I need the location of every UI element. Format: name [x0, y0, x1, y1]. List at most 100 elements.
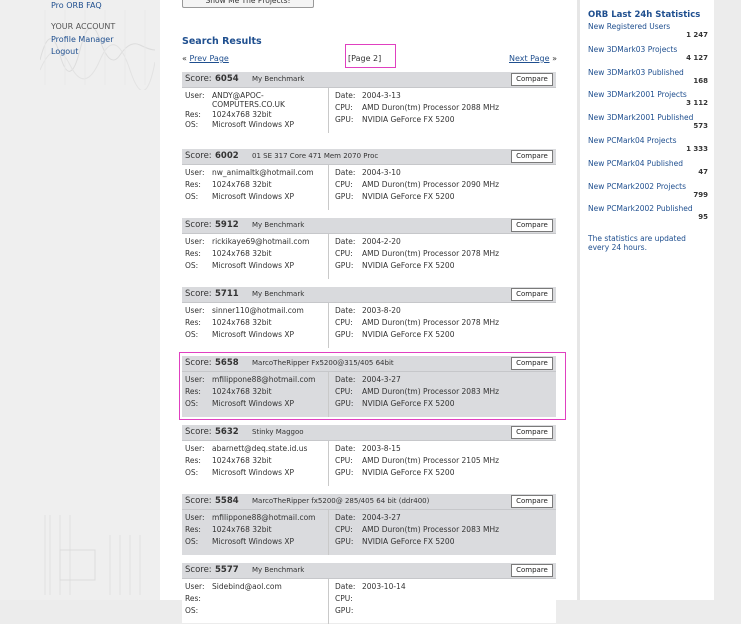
- os-value: Microsoft Windows XP: [212, 330, 295, 339]
- user-email: rickikaye69@hotmail.com: [212, 237, 310, 246]
- result-body: User: abarnett@deq.state.id.us Res: 1024x76…: [182, 441, 556, 486]
- gpu-label: GPU:: [335, 115, 354, 124]
- date-row: Date: 2003-8-20: [335, 306, 401, 315]
- prev-page-link[interactable]: Prev Page: [189, 54, 228, 63]
- res-row: Res: 1024x768 32bit: [185, 318, 272, 327]
- stat-row: New PCMark2002 Published 95: [588, 204, 708, 221]
- profile-manager-link[interactable]: Profile Manager: [51, 35, 113, 44]
- score-value: 6054: [215, 74, 239, 84]
- user-row: User: nw_animaltk@hotmail.com: [185, 168, 314, 177]
- benchmark-name: Stinky Maggoo: [252, 428, 304, 436]
- cpu-row: CPU: AMD Duron(tm) Processor 2088 MHz: [335, 103, 499, 112]
- stat-value: 95: [698, 213, 708, 222]
- res-row: Res: 1024x768 32bit: [185, 249, 272, 258]
- compare-button[interactable]: Compare: [511, 426, 553, 439]
- compare-button[interactable]: Compare: [511, 219, 553, 232]
- compare-button[interactable]: Compare: [511, 288, 553, 301]
- gpu-value: NVIDIA GeForce FX 5200: [362, 330, 455, 339]
- compare-button[interactable]: Compare: [511, 73, 553, 86]
- result-body: User: ANDY@APOC- COMPUTERS.CO.UK Res: 1024x7…: [182, 88, 556, 133]
- prev-page-arrow: «: [182, 54, 187, 63]
- stats-note: The statistics are updated every 24 hour…: [588, 234, 686, 252]
- cpu-row: CPU: AMD Duron(tm) Processor 2105 MHz: [335, 456, 499, 465]
- os-label: OS:: [185, 192, 199, 201]
- result-system-column: Date: 2004-3-13 CPU: AMD Duron(tm) Processo…: [332, 88, 556, 133]
- resolution-value: 1024x768 32bit: [212, 456, 272, 465]
- show-projects-button[interactable]: Show Me The Projects!: [182, 0, 314, 8]
- logout-link[interactable]: Logout: [51, 47, 78, 56]
- stat-row: New 3DMark2001 Projects 3 112: [588, 90, 708, 107]
- os-label: OS:: [185, 468, 199, 477]
- user-row: User: rickikaye69@hotmail.com: [185, 237, 309, 246]
- search-results-title: Search Results: [182, 36, 262, 47]
- res-label: Res:: [185, 525, 201, 534]
- result-system-column: Date: 2003-8-20 CPU: AMD Duron(tm) Processo…: [332, 303, 556, 348]
- left-sidebar: Pro ORB FAQ YOUR ACCOUNT Profile Manager…: [0, 0, 160, 600]
- resolution-value: 1024x768 32bit: [212, 525, 272, 534]
- gpu-label: GPU:: [335, 330, 354, 339]
- stat-label: New Registered Users: [588, 22, 671, 31]
- stat-label: New PCMark04 Projects: [588, 136, 677, 145]
- stat-label: New 3DMark03 Published: [588, 67, 684, 77]
- pro-orb-faq-link[interactable]: Pro ORB FAQ: [51, 1, 102, 10]
- page-highlight-box: [345, 44, 396, 68]
- res-row: Res: 1024x768 32bit: [185, 110, 272, 119]
- cpu-row: CPU: AMD Duron(tm) Processor 2078 MHz: [335, 318, 499, 327]
- stat-value: 1 247: [686, 31, 708, 39]
- date-row: Date: 2003-10-14: [335, 582, 406, 591]
- stat-value: 799: [693, 190, 708, 199]
- date-label: Date:: [335, 582, 356, 591]
- result-row: Score: 6054 My Benchmark Compare User: ANDY@A…: [182, 72, 556, 133]
- score-value: 5584: [215, 496, 239, 506]
- os-row: OS: Microsoft Windows XP: [185, 468, 294, 477]
- date-row: Date: 2004-3-27: [335, 513, 401, 522]
- resolution-value: 1024x768 32bit: [212, 110, 272, 119]
- date-label: Date:: [335, 306, 356, 315]
- gpu-value: NVIDIA GeForce FX 5200: [362, 468, 455, 477]
- gpu-row: GPU: NVIDIA GeForce FX 5200: [335, 537, 454, 546]
- os-value: Microsoft Windows XP: [212, 261, 295, 270]
- res-label: Res:: [185, 110, 201, 119]
- res-label: Res:: [185, 318, 201, 327]
- score-label: Score:: [185, 151, 212, 161]
- gpu-row: GPU: NVIDIA GeForce FX 5200: [335, 192, 454, 201]
- date-value: 2004-2-20: [362, 237, 401, 246]
- score-label: Score:: [185, 220, 212, 230]
- os-row: OS:: [185, 606, 212, 615]
- user-email: mfilippone88@hotmail.com: [212, 513, 316, 522]
- user-email: ANDY@APOC-: [212, 91, 264, 100]
- stat-row: New 3DMark2001 Published 573: [588, 113, 708, 130]
- stat-row: New 3DMark03 Published 168: [588, 68, 708, 85]
- user-row: User: mfilippone88@hotmail.com: [185, 513, 315, 522]
- compare-button[interactable]: Compare: [511, 564, 553, 577]
- date-label: Date:: [335, 168, 356, 177]
- user-label: User:: [185, 91, 205, 100]
- user-label: User:: [185, 582, 205, 591]
- user-label: User:: [185, 444, 205, 453]
- os-label: OS:: [185, 120, 199, 129]
- date-value: 2003-8-15: [362, 444, 401, 453]
- res-label: Res:: [185, 180, 201, 189]
- gpu-row: GPU: NVIDIA GeForce FX 5200: [335, 115, 454, 124]
- compare-button[interactable]: Compare: [511, 150, 553, 163]
- cpu-value: AMD Duron(tm) Processor 2088 MHz: [362, 103, 500, 112]
- next-page-link[interactable]: Next Page: [509, 54, 550, 63]
- os-row: OS: Microsoft Windows XP: [185, 537, 294, 546]
- cpu-row: CPU: AMD Duron(tm) Processor 2090 MHz: [335, 180, 499, 189]
- compare-button[interactable]: Compare: [511, 495, 553, 508]
- date-label: Date:: [335, 237, 356, 246]
- stat-row: New PCMark04 Projects 1 333: [588, 136, 708, 153]
- os-row: OS: Microsoft Windows XP: [185, 330, 294, 339]
- os-value: Microsoft Windows XP: [212, 120, 295, 129]
- stat-label: New PCMark2002 Published: [588, 204, 693, 214]
- result-user-column: User: Sidebind@aol.com Res: OS:: [182, 579, 329, 624]
- gpu-label: GPU:: [335, 468, 354, 477]
- res-label: Res:: [185, 249, 201, 258]
- gpu-label: GPU:: [335, 537, 354, 546]
- cpu-label: CPU:: [335, 525, 353, 534]
- result-header: Score: 5577 My Benchmark Compare: [182, 563, 556, 579]
- result-user-column: User: sinner110@hotmail.com Res: 1024x768 3…: [182, 303, 329, 348]
- result-row: Score: 5912 My Benchmark Compare User: rickik…: [182, 218, 556, 279]
- result-row: Score: 5632 Stinky Maggoo Compare User: abarn…: [182, 425, 556, 486]
- user-email: abarnett@deq.state.id.us: [212, 444, 308, 453]
